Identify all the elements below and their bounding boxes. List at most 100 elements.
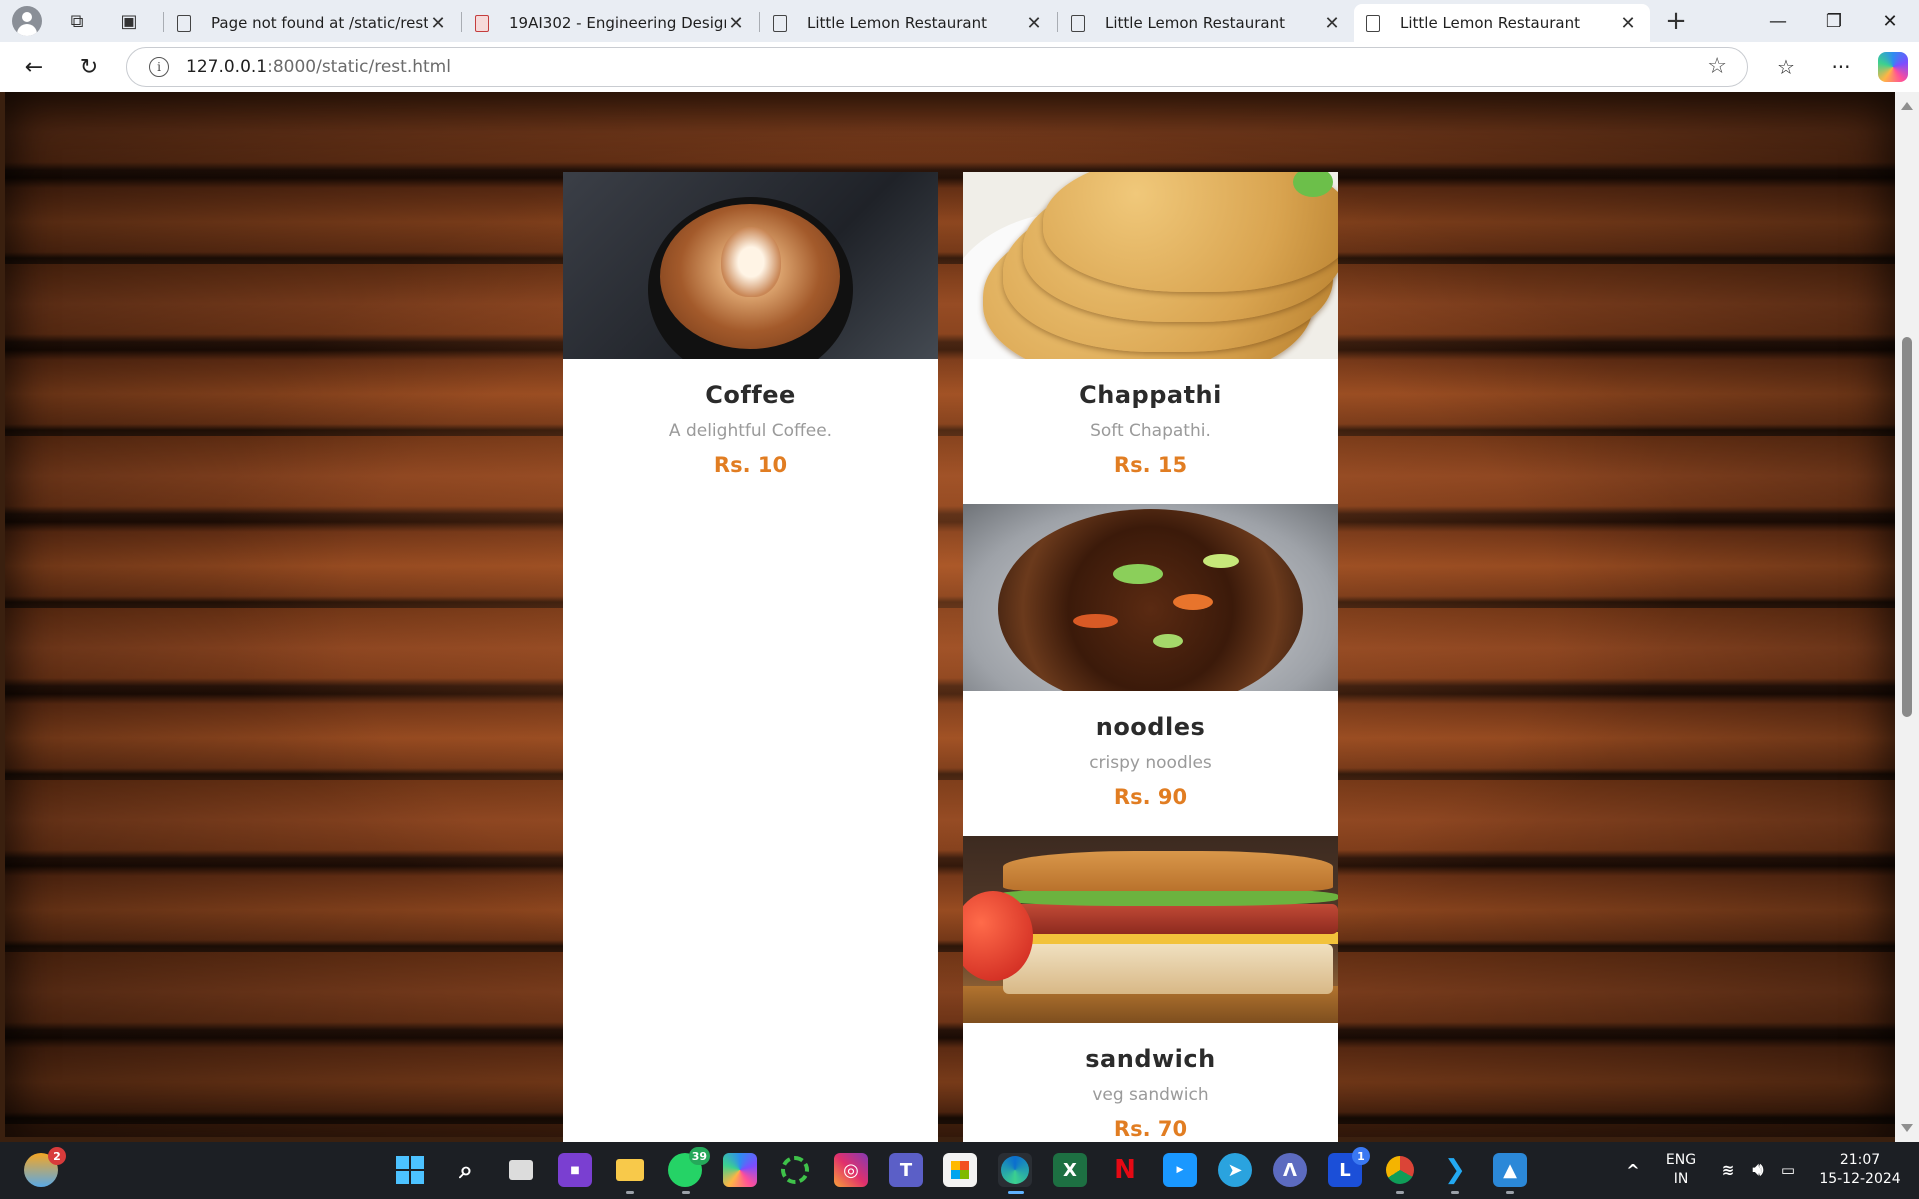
launcher-app-icon[interactable]: L 1 <box>1328 1147 1370 1187</box>
url-host: 127.0.0.1 <box>186 57 268 77</box>
wood-background <box>5 92 1895 1137</box>
launcher-badge: 1 <box>1352 1147 1370 1165</box>
copilot-app-icon[interactable] <box>723 1153 757 1187</box>
scrollbar-thumb[interactable] <box>1902 337 1912 717</box>
new-tab-plus-icon[interactable]: + <box>1652 0 1700 42</box>
item-name: Coffee <box>705 381 796 409</box>
page-icon <box>177 14 191 32</box>
item-description: crispy noodles <box>1089 753 1212 773</box>
menu-card-coffee[interactable]: Coffee A delightful Coffee. Rs. 10 <box>563 172 938 1142</box>
scroll-down-arrow-icon[interactable] <box>1901 1124 1913 1132</box>
loader-app-icon[interactable] <box>778 1153 812 1187</box>
tab-little-lemon-1[interactable]: Little Lemon Restaurant ✕ <box>761 4 1056 42</box>
battery-icon[interactable]: ▭ <box>1771 1153 1805 1187</box>
minimize-icon[interactable]: — <box>1750 0 1806 42</box>
language-indicator[interactable]: ENG IN <box>1656 1151 1706 1189</box>
close-icon[interactable]: ✕ <box>428 13 448 34</box>
page-icon <box>1366 14 1380 32</box>
favorites-icon[interactable]: ☆ <box>1768 49 1804 85</box>
vertical-tabs-icon[interactable]: ▣ <box>105 0 153 42</box>
chappathi-image <box>963 172 1338 359</box>
language-code: ENG <box>1665 1152 1697 1168</box>
tab-separator <box>759 12 760 32</box>
coffee-image <box>563 172 938 359</box>
profile-button[interactable] <box>3 0 51 42</box>
excel-icon[interactable]: X <box>1053 1153 1087 1187</box>
running-indicator <box>626 1191 634 1194</box>
item-description: A delightful Coffee. <box>668 421 833 441</box>
tab-page-not-found[interactable]: Page not found at /static/restapp ✕ <box>165 4 460 42</box>
noodles-image <box>963 504 1338 691</box>
task-view-icon[interactable] <box>504 1153 538 1187</box>
tab-title: Little Lemon Restaurant <box>1400 14 1580 32</box>
copilot-icon[interactable] <box>1878 52 1908 82</box>
url-path: :8000/static/rest.html <box>267 57 451 77</box>
windows-taskbar: 2 ⌕ ■ 39 ◎ T X N ▶ ➤ Λ L 1 ❯ ▲ ^ ENG IN … <box>0 1142 1919 1199</box>
vscode-icon[interactable]: ❯ <box>1438 1153 1472 1187</box>
running-indicator <box>1506 1191 1514 1194</box>
more-menu-icon[interactable]: ··· <box>1823 49 1859 85</box>
close-window-icon[interactable]: ✕ <box>1862 0 1918 42</box>
item-description: Soft Chapathi. <box>1090 421 1211 441</box>
whatsapp-badge: 39 <box>688 1147 710 1165</box>
refresh-icon[interactable]: ↻ <box>71 49 107 85</box>
item-price: Rs. 90 <box>1113 785 1188 809</box>
start-windows-icon[interactable] <box>393 1153 427 1187</box>
whatsapp-icon[interactable]: 39 <box>668 1147 710 1187</box>
site-info-icon[interactable]: i <box>149 57 169 77</box>
wifi-icon[interactable]: ≋ <box>1711 1153 1745 1187</box>
store-icon[interactable] <box>943 1153 977 1187</box>
close-icon[interactable]: ✕ <box>1024 13 1044 34</box>
tab-engineering-design[interactable]: 19AI302 - Engineering Design An ✕ <box>463 4 758 42</box>
favorite-star-icon[interactable]: ☆ <box>1707 54 1727 79</box>
tab-title: Page not found at /static/restapp <box>211 14 428 32</box>
netflix-icon[interactable]: N <box>1108 1153 1142 1187</box>
clock[interactable]: 21:07 15-12-2024 <box>1810 1151 1910 1189</box>
sandwich-image <box>963 836 1338 1023</box>
vpn-app-icon[interactable]: Λ <box>1273 1153 1307 1187</box>
item-description: veg sandwich <box>1092 1085 1209 1105</box>
edge-icon[interactable] <box>998 1153 1032 1187</box>
tab-separator <box>461 12 462 32</box>
tab-title: Little Lemon Restaurant <box>1105 14 1285 32</box>
address-bar[interactable]: i 127.0.0.1:8000/static/rest.html ☆ <box>126 47 1748 87</box>
page-viewport: Coffee A delightful Coffee. Rs. 10 Chapp… <box>0 92 1919 1142</box>
menu-card-noodles[interactable]: noodles crispy noodles Rs. 90 <box>963 504 1338 836</box>
instagram-icon[interactable]: ◎ <box>834 1153 868 1187</box>
item-price: Rs. 10 <box>713 453 788 477</box>
item-price: Rs. 15 <box>1113 453 1188 477</box>
weather-badge: 2 <box>48 1147 66 1165</box>
item-name: noodles <box>1095 713 1206 741</box>
photos-icon[interactable]: ▲ <box>1493 1153 1527 1187</box>
browser-tab-strip: ⧉ ▣ Page not found at /static/restapp ✕ … <box>0 0 1919 42</box>
tab-little-lemon-2[interactable]: Little Lemon Restaurant ✕ <box>1059 4 1354 42</box>
region-code: IN <box>1673 1171 1689 1187</box>
scroll-up-arrow-icon[interactable] <box>1901 102 1913 110</box>
tab-separator <box>163 12 164 32</box>
teams-icon[interactable]: T <box>889 1153 923 1187</box>
close-icon[interactable]: ✕ <box>726 13 746 34</box>
menu-card-sandwich[interactable]: sandwich veg sandwich Rs. 70 <box>963 836 1338 1142</box>
close-icon[interactable]: ✕ <box>1322 13 1342 34</box>
url-text: 127.0.0.1:8000/static/rest.html <box>186 57 451 77</box>
weather-icon[interactable]: 2 <box>24 1147 66 1187</box>
tab-little-lemon-active[interactable]: Little Lemon Restaurant ✕ <box>1354 4 1650 42</box>
back-arrow-icon[interactable]: ← <box>16 49 52 85</box>
vertical-scrollbar[interactable] <box>1895 92 1919 1142</box>
clock-time: 21:07 <box>1839 1152 1881 1168</box>
clock-date: 15-12-2024 <box>1819 1171 1901 1187</box>
volume-icon[interactable]: 🔊︎ <box>1741 1153 1775 1187</box>
profile-avatar-icon <box>12 6 42 36</box>
restore-icon[interactable]: ❐ <box>1806 0 1862 42</box>
close-icon[interactable]: ✕ <box>1618 13 1638 34</box>
active-indicator <box>1008 1191 1024 1194</box>
workspaces-icon[interactable]: ⧉ <box>53 0 101 42</box>
file-explorer-icon[interactable] <box>613 1153 647 1187</box>
menu-card-chappathi[interactable]: Chappathi Soft Chapathi. Rs. 15 <box>963 172 1338 504</box>
prime-video-icon[interactable]: ▶ <box>1163 1153 1197 1187</box>
search-icon[interactable]: ⌕ <box>449 1153 483 1187</box>
game-app-icon[interactable]: ■ <box>558 1153 592 1187</box>
chevron-up-icon[interactable]: ^ <box>1616 1153 1650 1187</box>
chrome-icon[interactable] <box>1383 1153 1417 1187</box>
telegram-icon[interactable]: ➤ <box>1218 1153 1252 1187</box>
